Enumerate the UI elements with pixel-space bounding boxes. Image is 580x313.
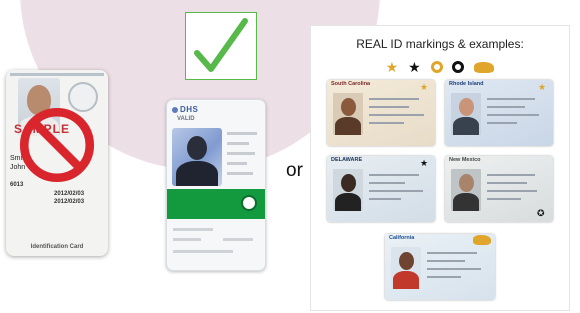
verified-badge-icon — [241, 195, 257, 211]
card-field: 2012/02/03 — [54, 199, 85, 205]
realid-card-rhode-island: Rhode Island ★ — [445, 80, 553, 146]
card-text-line — [227, 142, 249, 145]
realid-card-header: New Mexico — [449, 157, 481, 163]
gold-star-icon: ★ — [420, 82, 429, 92]
card-text-line — [369, 198, 401, 200]
card-text-line — [369, 122, 404, 124]
gold-circle-star-icon — [430, 61, 443, 74]
gold-bear-icon — [474, 61, 495, 73]
card-logo: DHS — [172, 105, 198, 114]
card-text-line — [427, 260, 465, 262]
card-text-line — [369, 190, 423, 192]
card-text-line — [227, 132, 257, 135]
black-circle-star-icon — [452, 61, 465, 74]
realid-card-photo — [333, 169, 363, 211]
gold-star-icon: ★ — [385, 58, 399, 75]
black-star-icon: ★ — [408, 58, 421, 75]
card-text-line — [487, 190, 537, 192]
realid-panel: REAL ID markings & examples: ★ ★ South C… — [310, 25, 570, 311]
card-text-line — [227, 152, 255, 155]
card-text-line — [369, 174, 419, 176]
card-text-line — [223, 238, 253, 241]
card-text-line — [487, 122, 517, 124]
black-star-icon: ★ — [420, 158, 429, 168]
card-text-line — [487, 182, 527, 184]
realid-card-header: DELAWARE — [331, 157, 363, 163]
card-text-line — [427, 252, 477, 254]
sample-id-card: SAMPLE Smith John 6013 2012/02/03 2012/0… — [6, 70, 108, 256]
card-text-line — [487, 198, 521, 200]
card-text-line — [427, 268, 481, 270]
realid-card-california: California — [385, 234, 495, 300]
card-logo-text: DHS — [180, 105, 199, 114]
checkmark-box — [185, 12, 257, 80]
card-text-line — [369, 106, 409, 108]
card-text-line — [487, 98, 535, 100]
card-text-line — [487, 174, 535, 176]
realid-card-header: Rhode Island — [449, 81, 484, 87]
card-text-line — [369, 182, 405, 184]
card-subtitle: VALID — [177, 116, 195, 122]
realid-card-photo — [391, 247, 421, 289]
card-header-bar — [10, 73, 104, 76]
realid-card-photo — [451, 169, 481, 211]
realid-card-photo — [333, 93, 363, 135]
realid-card-south-carolina: South Carolina ★ — [327, 80, 435, 146]
card-text-line — [369, 98, 419, 100]
card-text-line — [487, 114, 539, 116]
card-text-line — [227, 172, 253, 175]
realid-title: REAL ID markings & examples: — [356, 37, 524, 51]
checkmark-icon — [194, 18, 248, 72]
card-text-line — [369, 114, 424, 116]
realid-card-photo — [451, 93, 481, 135]
card-text-line — [173, 238, 201, 241]
card-footer: Identification Card — [30, 244, 84, 250]
card-field: 2012/02/03 — [54, 191, 85, 197]
card-text-line — [173, 228, 213, 231]
realid-card-new-mexico: New Mexico ✪ — [445, 156, 553, 222]
card-fields: 2012/02/03 2012/02/03 — [54, 190, 84, 206]
card-text-line — [227, 162, 247, 165]
valid-id-card: DHS VALID — [166, 99, 266, 271]
realid-markings: ★ ★ — [311, 58, 569, 76]
card-text-line — [173, 250, 233, 253]
realid-card-header: South Carolina — [331, 81, 371, 87]
black-circle-star-icon: ✪ — [537, 208, 545, 218]
gold-bear-icon — [473, 235, 491, 245]
gold-star-icon: ★ — [538, 82, 547, 92]
card-text-line — [487, 106, 525, 108]
card-text-line — [427, 276, 461, 278]
realid-card-delaware: DELAWARE ★ — [327, 156, 435, 222]
card-photo — [172, 128, 222, 186]
or-label: or — [286, 160, 303, 181]
prohibited-icon — [19, 107, 95, 183]
